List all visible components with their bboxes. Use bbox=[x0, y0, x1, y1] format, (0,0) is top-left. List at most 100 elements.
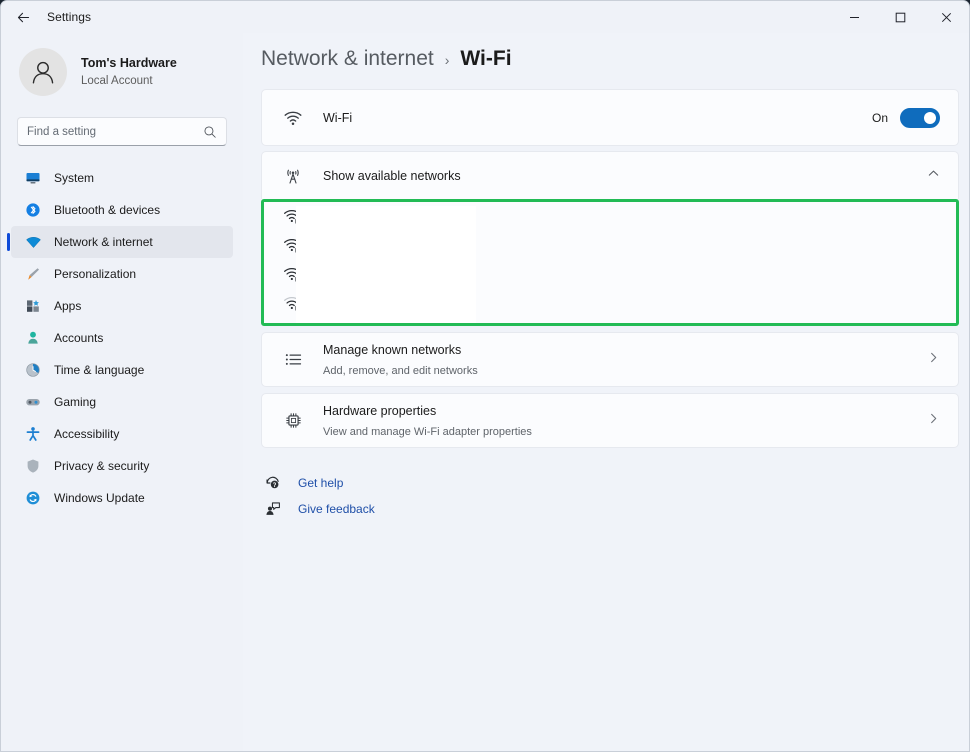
wifi-icon bbox=[278, 108, 308, 128]
sidebar-item-label: Privacy & security bbox=[54, 459, 149, 473]
sidebar-item-label: Windows Update bbox=[54, 491, 145, 505]
paintbrush-icon bbox=[19, 266, 47, 282]
link-title: Manage known networks bbox=[323, 343, 461, 357]
link-subtitle: Add, remove, and edit networks bbox=[323, 364, 478, 378]
link-title: Hardware properties bbox=[323, 404, 436, 418]
sidebar-item-bluetooth-devices[interactable]: Bluetooth & devices bbox=[11, 194, 233, 226]
account-tile[interactable]: Tom's Hardware Local Account bbox=[19, 46, 243, 98]
breadcrumb-parent[interactable]: Network & internet bbox=[261, 47, 434, 71]
sidebar: Tom's Hardware Local Account bbox=[1, 33, 243, 752]
list-icon bbox=[278, 350, 308, 369]
sidebar-item-network-internet[interactable]: Network & internet bbox=[11, 226, 233, 258]
network-list-item[interactable] bbox=[264, 289, 956, 318]
give-feedback-link[interactable]: Give feedback bbox=[261, 496, 375, 522]
window-controls bbox=[831, 1, 969, 33]
account-name: Tom's Hardware bbox=[81, 56, 177, 72]
sidebar-item-label: Accounts bbox=[54, 331, 103, 345]
wifi-toggle-area: On bbox=[872, 108, 940, 128]
show-networks-card: Show available networks bbox=[261, 151, 959, 199]
back-button[interactable] bbox=[7, 2, 39, 32]
shield-icon bbox=[19, 458, 47, 474]
maximize-icon bbox=[895, 12, 906, 23]
sidebar-item-system[interactable]: System bbox=[11, 162, 233, 194]
chevron-right-icon bbox=[927, 412, 940, 430]
sidebar-item-label: Apps bbox=[54, 299, 81, 313]
show-networks-label: Show available networks bbox=[323, 169, 461, 183]
sidebar-nav: System Bluetooth & devices bbox=[1, 162, 243, 514]
monitor-icon bbox=[19, 170, 47, 186]
accessibility-person-icon bbox=[19, 426, 47, 442]
sidebar-item-label: Bluetooth & devices bbox=[54, 203, 160, 217]
sidebar-item-gaming[interactable]: Gaming bbox=[11, 386, 233, 418]
manage-known-networks-card[interactable]: Manage known networks Add, remove, and e… bbox=[261, 332, 959, 387]
wifi-label: Wi-Fi bbox=[323, 111, 352, 125]
person-icon bbox=[19, 330, 47, 346]
link-subtitle: View and manage Wi-Fi adapter properties bbox=[323, 425, 532, 439]
window-title: Settings bbox=[47, 10, 91, 24]
page-title: Wi-Fi bbox=[460, 47, 511, 71]
sidebar-item-personalization[interactable]: Personalization bbox=[11, 258, 233, 290]
account-type: Local Account bbox=[81, 74, 177, 88]
sidebar-item-apps[interactable]: Apps bbox=[11, 290, 233, 322]
sidebar-item-windows-update[interactable]: Windows Update bbox=[11, 482, 233, 514]
search-icon bbox=[203, 125, 217, 139]
network-list-item[interactable] bbox=[264, 202, 956, 231]
feedback-person-icon bbox=[261, 501, 285, 517]
breadcrumb: Network & internet › Wi-Fi bbox=[261, 47, 970, 71]
wifi-toggle-switch[interactable] bbox=[900, 108, 940, 128]
close-icon bbox=[941, 12, 952, 23]
settings-window: Settings bbox=[0, 0, 970, 752]
sidebar-item-label: Network & internet bbox=[54, 235, 153, 249]
title-bar: Settings bbox=[1, 1, 969, 33]
footer-link-label: Give feedback bbox=[298, 502, 375, 516]
hardware-properties-card[interactable]: Hardware properties View and manage Wi-F… bbox=[261, 393, 959, 448]
account-text: Tom's Hardware Local Account bbox=[81, 56, 177, 88]
maximize-button[interactable] bbox=[877, 1, 923, 33]
back-arrow-icon bbox=[16, 10, 31, 25]
sidebar-item-label: System bbox=[54, 171, 94, 185]
chip-icon bbox=[278, 411, 308, 430]
sidebar-item-accounts[interactable]: Accounts bbox=[11, 322, 233, 354]
sidebar-item-label: Personalization bbox=[54, 267, 136, 281]
show-networks-row[interactable]: Show available networks bbox=[262, 152, 958, 199]
sidebar-item-privacy-security[interactable]: Privacy & security bbox=[11, 450, 233, 482]
network-list-item[interactable] bbox=[264, 260, 956, 289]
clock-globe-icon bbox=[19, 362, 47, 378]
gamepad-icon bbox=[19, 394, 47, 410]
wifi-toggle-card[interactable]: Wi-Fi On bbox=[261, 89, 959, 146]
sidebar-item-label: Gaming bbox=[54, 395, 96, 409]
help-question-icon bbox=[261, 475, 285, 491]
minimize-icon bbox=[849, 12, 860, 23]
avatar bbox=[19, 48, 67, 96]
network-list-item[interactable] bbox=[264, 231, 956, 260]
minimize-button[interactable] bbox=[831, 1, 877, 33]
main-content: Network & internet › Wi-Fi Wi-Fi On bbox=[243, 33, 970, 752]
link-text: Hardware properties View and manage Wi-F… bbox=[323, 401, 532, 439]
footer-link-label: Get help bbox=[298, 476, 343, 490]
link-text: Manage known networks Add, remove, and e… bbox=[323, 340, 478, 378]
bluetooth-icon bbox=[19, 202, 47, 218]
wifi-secured-icon bbox=[277, 207, 307, 226]
update-refresh-icon bbox=[19, 490, 47, 506]
wifi-secured-icon bbox=[277, 236, 307, 255]
toggle-state-label: On bbox=[872, 111, 888, 125]
broadcast-tower-icon bbox=[278, 166, 308, 186]
sidebar-item-label: Time & language bbox=[54, 363, 144, 377]
toggle-knob bbox=[924, 112, 936, 124]
chevron-right-icon bbox=[927, 351, 940, 369]
wifi-secured-icon bbox=[277, 265, 307, 284]
sidebar-item-time-language[interactable]: Time & language bbox=[11, 354, 233, 386]
close-button[interactable] bbox=[923, 1, 969, 33]
wifi-secured-icon bbox=[277, 294, 307, 313]
search-box[interactable] bbox=[17, 117, 227, 146]
apps-grid-icon bbox=[19, 298, 47, 314]
footer-links: Get help Give feedback bbox=[261, 470, 970, 522]
person-avatar-icon bbox=[28, 57, 58, 87]
available-networks-list-highlight bbox=[261, 199, 959, 326]
chevron-up-icon[interactable] bbox=[927, 167, 940, 185]
sidebar-item-accessibility[interactable]: Accessibility bbox=[11, 418, 233, 450]
search-input[interactable] bbox=[27, 126, 203, 138]
get-help-link[interactable]: Get help bbox=[261, 470, 343, 496]
wifi-icon bbox=[19, 234, 47, 251]
sidebar-item-label: Accessibility bbox=[54, 427, 119, 441]
